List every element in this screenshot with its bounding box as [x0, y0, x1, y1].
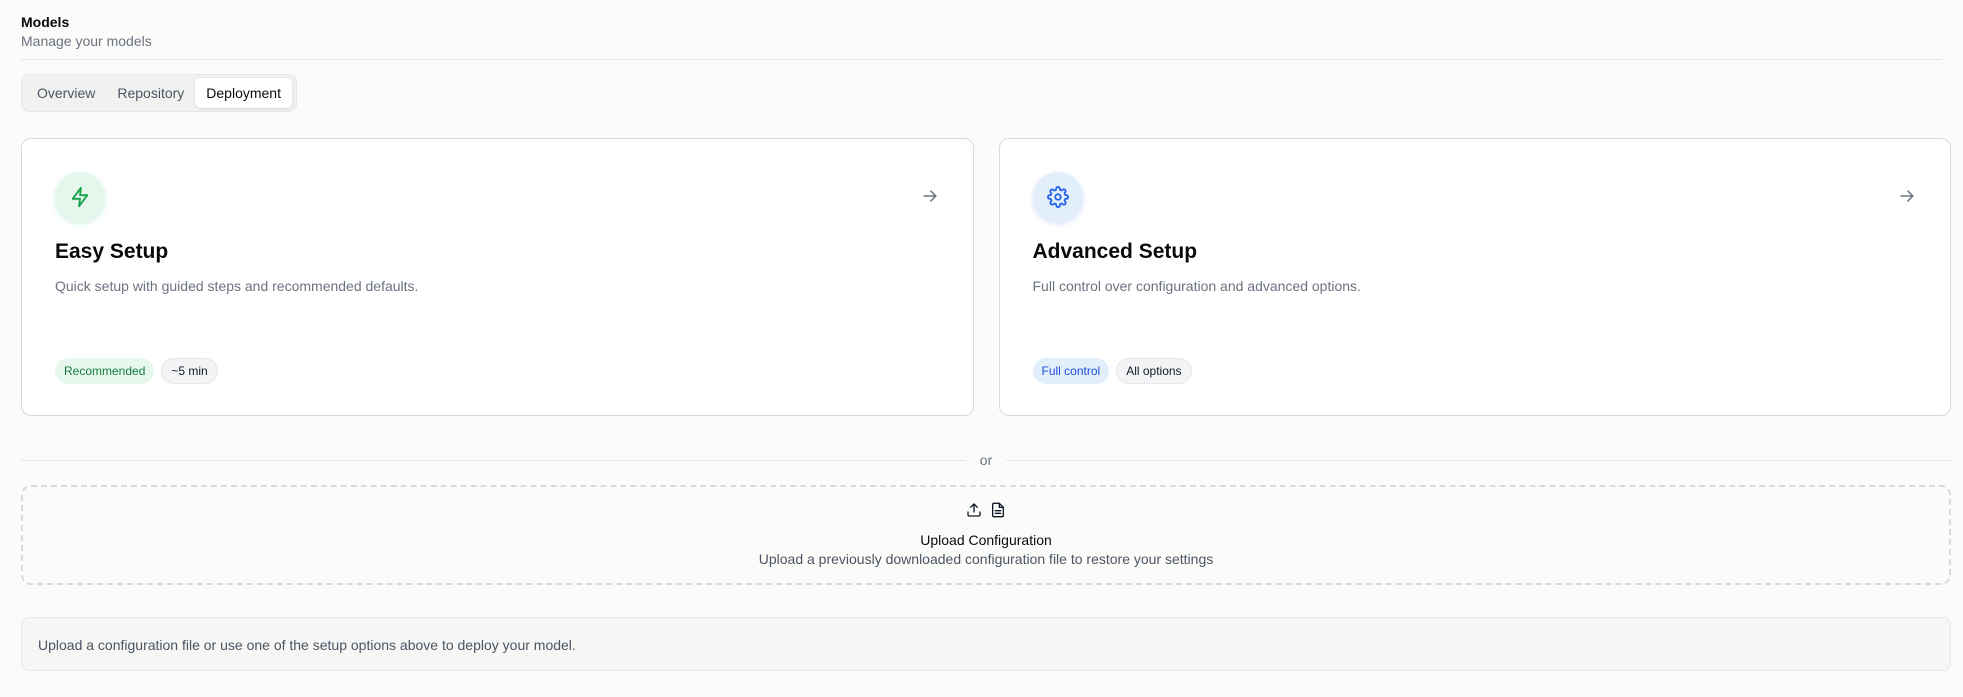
upload-description: Upload a previously downloaded configura… [758, 551, 1214, 567]
easy-setup-description: Quick setup with guided steps and recomm… [55, 278, 419, 294]
arrow-right-icon[interactable] [1897, 186, 1917, 206]
recommended-badge: Recommended [55, 358, 155, 384]
advanced-setup-title: Advanced Setup [1032, 240, 1198, 263]
setup-options: Easy Setup Quick setup with guided steps… [21, 138, 1951, 416]
tab-bar: Overview Repository Deployment [21, 74, 297, 112]
duration-badge: ~5 min [161, 358, 218, 384]
all-options-badge: All options [1116, 358, 1192, 384]
easy-setup-icon-badge [55, 172, 105, 222]
info-banner: Upload a configuration file or use one o… [21, 617, 1951, 671]
file-icon [992, 502, 1004, 518]
or-divider: or [21, 451, 1952, 469]
upload-configuration-dropzone[interactable]: Upload Configuration Upload a previously… [21, 485, 1951, 585]
tab-repository[interactable]: Repository [106, 78, 195, 108]
advanced-setup-badges: Full control All options [1032, 358, 1192, 384]
easy-setup-title: Easy Setup [55, 240, 169, 263]
upload-title: Upload Configuration [920, 532, 1052, 548]
divider-line-right [1006, 459, 1952, 461]
upload-icons [23, 502, 1949, 518]
advanced-setup-icon-badge [1032, 172, 1083, 222]
models-page: Models Manage your models Overview Repos… [0, 0, 1963, 697]
arrow-right-icon[interactable] [920, 186, 940, 206]
tab-overview[interactable]: Overview [26, 78, 106, 108]
page-header: Models Manage your models [21, 0, 1942, 60]
easy-setup-badges: Recommended ~5 min [55, 358, 218, 384]
divider-label: or [979, 452, 993, 468]
gear-icon [1046, 186, 1069, 208]
advanced-setup-card[interactable]: Advanced Setup Full control over configu… [998, 138, 1951, 416]
advanced-setup-description: Full control over configuration and adva… [1032, 278, 1361, 294]
page-title: Models [21, 14, 70, 30]
lightning-icon [71, 186, 89, 208]
easy-setup-card[interactable]: Easy Setup Quick setup with guided steps… [21, 138, 974, 416]
page-subtitle: Manage your models [21, 33, 152, 49]
upload-icon [967, 503, 981, 517]
tab-deployment[interactable]: Deployment [195, 78, 292, 108]
divider-line-left [21, 459, 966, 461]
full-control-badge: Full control [1032, 358, 1110, 384]
